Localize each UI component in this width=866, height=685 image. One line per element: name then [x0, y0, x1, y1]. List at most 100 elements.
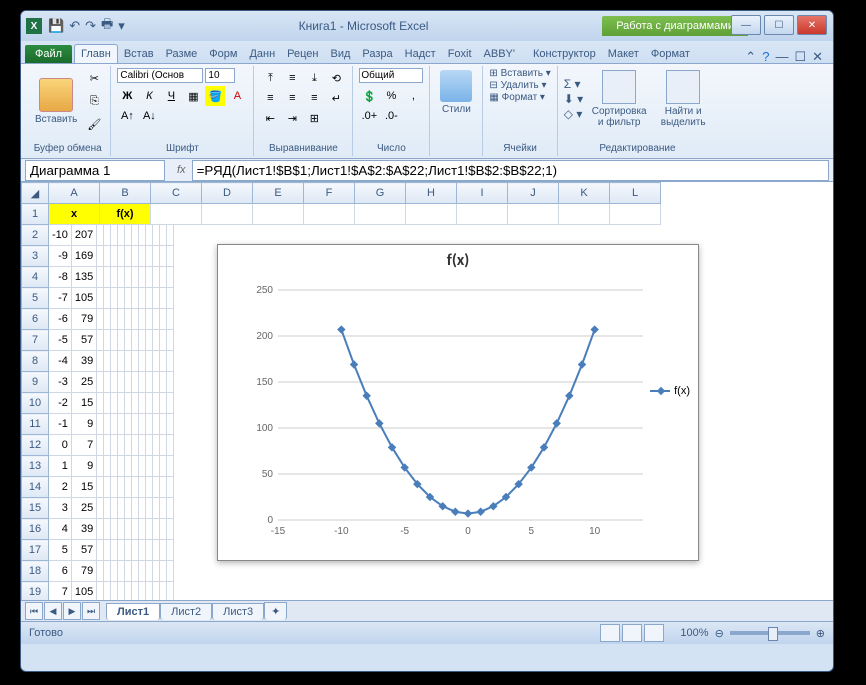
cell[interactable]: 15: [71, 393, 96, 414]
spreadsheet-grid[interactable]: ◢ ABCDEFGHIJKL 1xf(x): [21, 182, 661, 225]
cell[interactable]: 57: [71, 330, 96, 351]
col-header[interactable]: C: [151, 183, 202, 204]
col-header[interactable]: H: [406, 183, 457, 204]
col-header[interactable]: J: [508, 183, 559, 204]
maximize-button[interactable]: ☐: [764, 15, 794, 35]
row-header[interactable]: 9: [22, 372, 49, 393]
indent-dec-icon[interactable]: ⇤: [260, 108, 280, 128]
autosum-icon[interactable]: Σ ▾: [564, 77, 583, 91]
tab-insert[interactable]: Встав: [118, 45, 160, 63]
tab-chart-design[interactable]: Конструктор: [527, 45, 602, 63]
cell[interactable]: -5: [49, 330, 72, 351]
minimize-ribbon-icon[interactable]: ⌃: [745, 49, 756, 65]
comma-icon[interactable]: ,: [403, 86, 423, 106]
tab-formulas[interactable]: Форм: [203, 45, 243, 63]
formula-input[interactable]: [192, 160, 829, 181]
undo-icon[interactable]: ↶: [69, 18, 80, 34]
col-header[interactable]: K: [559, 183, 610, 204]
row-header[interactable]: 6: [22, 309, 49, 330]
cell[interactable]: -4: [49, 351, 72, 372]
select-all-button[interactable]: ◢: [22, 183, 49, 204]
align-center-icon[interactable]: ≡: [282, 88, 302, 108]
name-box[interactable]: [25, 160, 165, 181]
tab-view[interactable]: Вид: [325, 45, 357, 63]
cell[interactable]: -7: [49, 288, 72, 309]
cell[interactable]: f(x): [100, 204, 151, 225]
zoom-slider[interactable]: [730, 631, 810, 635]
cell[interactable]: 105: [71, 288, 96, 309]
doc-max-icon[interactable]: ☐: [794, 49, 806, 65]
align-left-icon[interactable]: ≡: [260, 88, 280, 108]
dec-decimal-icon[interactable]: .0-: [381, 106, 401, 126]
paste-button[interactable]: Вставить: [31, 76, 81, 127]
help-icon[interactable]: ?: [762, 49, 769, 65]
prev-sheet-icon[interactable]: ◀: [44, 602, 62, 620]
sheet-tab[interactable]: Лист1: [106, 603, 160, 620]
new-sheet-button[interactable]: ✦: [264, 602, 287, 620]
align-top-icon[interactable]: ⤒: [260, 68, 280, 88]
tab-file[interactable]: Файл: [25, 45, 72, 63]
chart-legend[interactable]: f(x): [650, 385, 690, 397]
tab-abbyy[interactable]: ABBY': [478, 45, 521, 63]
bold-button[interactable]: Ж: [117, 86, 137, 106]
grow-font-icon[interactable]: A↑: [117, 106, 137, 126]
percent-icon[interactable]: %: [381, 86, 401, 106]
cell[interactable]: 169: [71, 246, 96, 267]
cell[interactable]: 9: [71, 456, 96, 477]
row-header[interactable]: 17: [22, 540, 49, 561]
col-header[interactable]: B: [100, 183, 151, 204]
cell[interactable]: 3: [49, 498, 72, 519]
tab-addins[interactable]: Надст: [399, 45, 442, 63]
cell[interactable]: 5: [49, 540, 72, 561]
font-color-button[interactable]: A: [227, 86, 247, 106]
row-header[interactable]: 19: [22, 582, 49, 601]
cell[interactable]: 39: [71, 351, 96, 372]
cell[interactable]: -3: [49, 372, 72, 393]
tab-review[interactable]: Рецен: [281, 45, 324, 63]
currency-icon[interactable]: 💲: [359, 86, 379, 106]
sort-filter-button[interactable]: Сортировка и фильтр: [586, 68, 652, 130]
cell[interactable]: 0: [49, 435, 72, 456]
tab-developer[interactable]: Разра: [356, 45, 398, 63]
font-size-input[interactable]: [205, 68, 235, 83]
doc-min-icon[interactable]: —: [775, 49, 788, 65]
cell[interactable]: -10: [49, 225, 72, 246]
insert-cell-button[interactable]: ⊞ Вставить ▾: [489, 68, 550, 79]
sheet-tab[interactable]: Лист2: [160, 603, 212, 620]
sheet-area[interactable]: ◢ ABCDEFGHIJKL 1xf(x) 2-102073-91694-813…: [21, 182, 833, 600]
wrap-text-icon[interactable]: ↵: [326, 88, 346, 108]
cell[interactable]: 105: [71, 582, 96, 601]
col-header[interactable]: D: [202, 183, 253, 204]
tab-chart-format[interactable]: Формат: [645, 45, 696, 63]
close-button[interactable]: ✕: [797, 15, 827, 35]
align-right-icon[interactable]: ≡: [304, 88, 324, 108]
number-format-select[interactable]: [359, 68, 423, 83]
row-header[interactable]: 16: [22, 519, 49, 540]
zoom-out-button[interactable]: ⊖: [715, 627, 724, 640]
row-header[interactable]: 2: [22, 225, 49, 246]
chart-plot[interactable]: 050100150200250-15-10-5051015: [243, 280, 643, 535]
tab-chart-layout[interactable]: Макет: [602, 45, 645, 63]
cell[interactable]: x: [49, 204, 100, 225]
orientation-icon[interactable]: ⟲: [326, 68, 346, 88]
cell[interactable]: 4: [49, 519, 72, 540]
row-header[interactable]: 11: [22, 414, 49, 435]
zoom-level[interactable]: 100%: [680, 627, 708, 639]
cell[interactable]: 25: [71, 498, 96, 519]
col-header[interactable]: E: [253, 183, 304, 204]
col-header[interactable]: A: [49, 183, 100, 204]
sheet-tab[interactable]: Лист3: [212, 603, 264, 620]
inc-decimal-icon[interactable]: .0+: [359, 106, 379, 126]
underline-button[interactable]: Ч: [161, 86, 181, 106]
cell[interactable]: -8: [49, 267, 72, 288]
cell[interactable]: 2: [49, 477, 72, 498]
row-header[interactable]: 10: [22, 393, 49, 414]
col-header[interactable]: F: [304, 183, 355, 204]
align-bot-icon[interactable]: ⤓: [304, 68, 324, 88]
merge-icon[interactable]: ⊞: [304, 108, 324, 128]
cell[interactable]: 207: [71, 225, 96, 246]
chart-object[interactable]: f(x) 050100150200250-15-10-5051015 f(x): [217, 244, 699, 561]
row-header[interactable]: 3: [22, 246, 49, 267]
row-header[interactable]: 12: [22, 435, 49, 456]
row-header[interactable]: 14: [22, 477, 49, 498]
